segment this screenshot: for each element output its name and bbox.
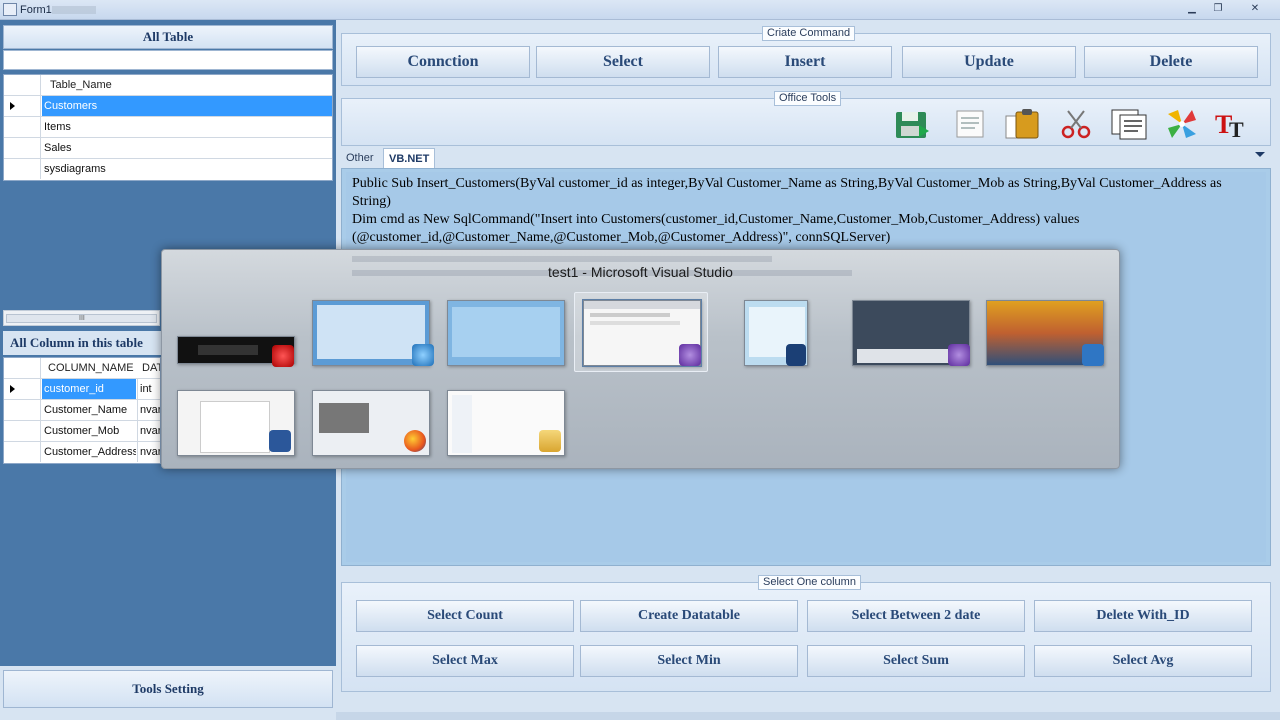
delete-with-id-button[interactable]: Delete With_ID (1034, 600, 1252, 632)
save-icon[interactable] (893, 107, 933, 141)
table-name-cell[interactable]: Sales (42, 138, 332, 158)
maximize-button[interactable]: ❐ (1208, 2, 1228, 16)
tab-vbnet[interactable]: VB.NET (383, 148, 436, 168)
column-panel-label: All Column in this table (3, 331, 173, 355)
app-icon (272, 345, 294, 367)
table-name-cell[interactable]: sysdiagrams (42, 159, 332, 179)
task-switcher: test1 - Microsoft Visual Studio (161, 249, 1120, 469)
clipboard-icon[interactable] (1002, 107, 1042, 141)
window-thumbnail-app[interactable] (447, 300, 565, 366)
scrollbar-grip: III (79, 315, 85, 322)
minimize-button[interactable]: ▁ (1182, 2, 1202, 16)
window-title: Form1 (20, 4, 52, 16)
select-min-button[interactable]: Select Min (580, 645, 798, 677)
tools-setting-button[interactable]: Tools Setting (3, 670, 333, 708)
table-grid-header: Table_Name (4, 75, 332, 96)
create-datatable-button[interactable]: Create Datatable (580, 600, 798, 632)
column-row[interactable]: customer_id int (4, 379, 160, 400)
connection-button[interactable]: Connction (356, 46, 530, 78)
tab-other[interactable]: Other (341, 148, 379, 168)
table-row[interactable]: sysdiagrams (4, 159, 332, 180)
notepad-icon[interactable] (1110, 107, 1150, 141)
table-row[interactable]: Items (4, 117, 332, 138)
scissors-icon[interactable] (1056, 107, 1096, 141)
column-row[interactable]: Customer_Name nvarc (4, 400, 160, 421)
all-table-button[interactable]: All Table (3, 25, 333, 49)
column-name-cell[interactable]: Customer_Name (42, 400, 136, 420)
column-grid: COLUMN_NAME DAT customer_id int Customer… (3, 357, 161, 464)
code-line: Dim cmd as New SqlCommand("Insert into C… (352, 212, 1083, 245)
update-button[interactable]: Update (902, 46, 1076, 78)
select-count-button[interactable]: Select Count (356, 600, 574, 632)
table-filter-input[interactable] (3, 50, 333, 70)
scrollbar-thumb[interactable]: III (6, 314, 157, 323)
title-bar: Form1 ▁ ❐ ✕ (0, 0, 1280, 20)
column-header-table-name[interactable]: Table_Name (44, 75, 332, 95)
bottom-strip (336, 712, 1280, 720)
column-row[interactable]: Customer_Mob nvarc (4, 421, 160, 442)
insert-button[interactable]: Insert (718, 46, 892, 78)
task-switcher-caption: test1 - Microsoft Visual Studio (548, 264, 733, 280)
app-icon (3, 3, 17, 16)
close-button[interactable]: ✕ (1238, 2, 1272, 16)
select-one-column-label: Select One column (758, 575, 861, 590)
create-command-label: Criate Command (762, 26, 856, 41)
office-tools-label: Office Tools (774, 91, 842, 106)
select-avg-button[interactable]: Select Avg (1034, 645, 1252, 677)
column-name-cell[interactable]: Customer_Address (42, 442, 136, 462)
folder-icon (539, 430, 561, 452)
desktop-icon (1082, 344, 1104, 366)
column-type-cell[interactable]: nvarc (137, 421, 160, 441)
column-type-cell[interactable]: nvarc (137, 442, 160, 462)
column-header-data-type[interactable]: DAT (138, 358, 160, 378)
table-name-cell[interactable]: Customers (42, 96, 332, 116)
tab-dropdown-icon[interactable] (1255, 152, 1265, 157)
text-style-icon[interactable]: TT (1214, 107, 1254, 142)
select-button[interactable]: Select (536, 46, 710, 78)
horizontal-scrollbar[interactable]: III (3, 310, 160, 326)
globe-icon (412, 344, 434, 366)
table-grid: Table_Name Customers Items Sales sysdiag… (3, 74, 333, 181)
row-pointer-icon (10, 102, 15, 110)
visual-studio-icon (948, 344, 970, 366)
column-name-cell[interactable]: customer_id (42, 379, 136, 399)
svg-text:T: T (1229, 117, 1244, 141)
document-icon[interactable] (951, 107, 991, 141)
blurred-title-text (52, 6, 96, 14)
select-max-button[interactable]: Select Max (356, 645, 574, 677)
select-one-column-group: Select One column Select Count Create Da… (341, 575, 1271, 692)
code-line: Public Sub Insert_Customers(ByVal custom… (352, 176, 1226, 209)
ghost-text (352, 256, 772, 262)
column-name-cell[interactable]: Customer_Mob (42, 421, 136, 441)
visual-studio-icon (679, 344, 701, 366)
delete-button[interactable]: Delete (1084, 46, 1258, 78)
table-row[interactable]: Customers (4, 96, 332, 117)
column-grid-header: COLUMN_NAME DAT (4, 358, 160, 379)
select-sum-button[interactable]: Select Sum (807, 645, 1025, 677)
select-between-dates-button[interactable]: Select Between 2 date (807, 600, 1025, 632)
tab-strip: Other VB.NET (341, 146, 1271, 168)
table-name-cell[interactable]: Items (42, 117, 332, 137)
column-type-cell[interactable]: nvarc (137, 400, 160, 420)
sql-icon (786, 344, 806, 366)
row-pointer-icon (10, 385, 15, 393)
column-row[interactable]: Customer_Address nvarc (4, 442, 160, 463)
firefox-icon (404, 430, 426, 452)
word-icon (269, 430, 291, 452)
create-command-group: Criate Command Connction Select Insert U… (341, 26, 1271, 86)
column-header-column-name[interactable]: COLUMN_NAME (44, 358, 136, 378)
table-row[interactable]: Sales (4, 138, 332, 159)
column-type-cell[interactable]: int (137, 379, 160, 399)
pinwheel-icon[interactable] (1162, 107, 1202, 141)
